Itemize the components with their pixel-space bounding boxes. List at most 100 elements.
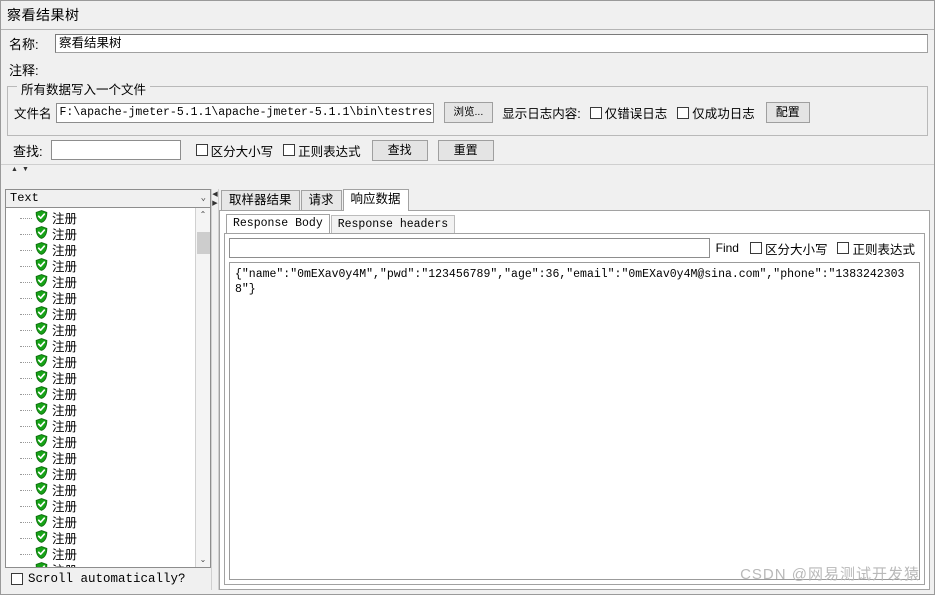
- checkbox-box-icon[interactable]: [283, 144, 296, 156]
- result-tab-0[interactable]: 取样器结果: [221, 190, 300, 211]
- tree-item[interactable]: 注册: [6, 209, 195, 226]
- tree-item[interactable]: 注册: [6, 497, 195, 514]
- renderer-select-value: Text: [10, 191, 39, 206]
- find-button[interactable]: 查找: [371, 139, 428, 161]
- tree-connector: [20, 473, 32, 475]
- configure-button[interactable]: 配置: [765, 102, 810, 123]
- group-legend: 所有数据写入一个文件: [17, 79, 151, 98]
- tree-item[interactable]: 注册: [6, 241, 195, 258]
- tree-item[interactable]: 注册: [6, 337, 195, 354]
- renderer-select[interactable]: Text ⌄: [5, 189, 211, 208]
- response-subtab-0[interactable]: Response Body: [226, 214, 330, 234]
- result-tab-2[interactable]: 响应数据: [342, 189, 409, 211]
- tree-item[interactable]: 注册: [6, 417, 195, 434]
- tree-connector: [20, 505, 32, 507]
- checkbox-box-icon[interactable]: [195, 144, 208, 156]
- reset-button[interactable]: 重置: [437, 139, 494, 161]
- tree-item[interactable]: 注册: [6, 273, 195, 290]
- tree-connector: [20, 425, 32, 427]
- response-find-input[interactable]: [229, 238, 710, 258]
- browse-button[interactable]: 浏览...: [443, 102, 494, 123]
- tree-item[interactable]: 注册: [6, 465, 195, 482]
- splitter-down-arrow-icon[interactable]: ▼: [22, 166, 29, 173]
- window-titlebar: 察看结果树: [1, 1, 934, 30]
- checkbox-box-icon[interactable]: [589, 106, 602, 119]
- tree-item[interactable]: 注册: [6, 353, 195, 370]
- response-subtabs[interactable]: Response Body Response headers: [224, 214, 925, 234]
- response-regex-label: 正则表达式: [852, 242, 915, 257]
- results-tree[interactable]: 注册 注册 注册 注册 注册 注册 注册 注册 注册 注册 注册 注册 注册 注…: [5, 207, 211, 568]
- tree-item[interactable]: 注册: [6, 433, 195, 450]
- checkbox-box-icon[interactable]: [677, 106, 690, 119]
- result-tab-1[interactable]: 请求: [300, 190, 342, 211]
- page-title: 察看结果树: [7, 7, 80, 23]
- splitter-up-arrow-icon[interactable]: ▲: [11, 166, 18, 173]
- tree-connector: [20, 393, 32, 395]
- tree-item[interactable]: 注册: [6, 257, 195, 274]
- tree-item[interactable]: 注册: [6, 561, 195, 567]
- checkbox-box-icon[interactable]: [749, 242, 762, 254]
- tree-connector: [20, 281, 32, 283]
- tree-item[interactable]: 注册: [6, 305, 195, 322]
- scroll-automatically-checkbox[interactable]: Scroll automatically?: [5, 567, 211, 590]
- result-tabs[interactable]: 取样器结果 请求 响应数据: [219, 189, 930, 211]
- name-input[interactable]: 察看结果树: [55, 33, 928, 53]
- result-detail-panel: 取样器结果 请求 响应数据 Response Body Response header…: [219, 189, 930, 590]
- tree-connector: [20, 217, 32, 219]
- tree-list[interactable]: 注册 注册 注册 注册 注册 注册 注册 注册 注册 注册 注册 注册 注册 注…: [6, 208, 195, 567]
- search-case-sensitive-label: 区分大小写: [210, 144, 274, 159]
- tree-connector: [20, 345, 32, 347]
- splitter-left-arrow-icon[interactable]: ◀: [212, 191, 217, 198]
- response-body-text[interactable]: {"name":"0mEXav0y4M","pwd":"123456789","…: [229, 262, 920, 580]
- tree-item[interactable]: 注册: [6, 529, 195, 546]
- search-regex-label: 正则表达式: [298, 144, 361, 159]
- search-input[interactable]: [50, 140, 181, 160]
- tree-item[interactable]: 注册: [6, 289, 195, 306]
- tree-item[interactable]: 注册: [6, 513, 195, 530]
- tree-item[interactable]: 注册: [6, 481, 195, 498]
- name-label: 名称:: [9, 36, 39, 52]
- scroll-down-arrow-icon[interactable]: ⌄: [195, 552, 210, 567]
- filename-label: 文件名: [14, 107, 52, 121]
- tree-connector: [20, 265, 32, 267]
- tree-item[interactable]: 注册: [6, 401, 195, 418]
- scroll-up-arrow-icon[interactable]: ⌃: [195, 207, 210, 222]
- tree-connector: [20, 361, 32, 363]
- tree-item[interactable]: 注册: [6, 385, 195, 402]
- success-only-checkbox[interactable]: 仅成功日志: [677, 103, 755, 122]
- tree-connector: [20, 489, 32, 491]
- response-case-sensitive-checkbox[interactable]: 区分大小写: [749, 239, 827, 258]
- tree-connector: [20, 249, 32, 251]
- green-shield-check-icon: [22, 561, 52, 567]
- comment-label: 注释:: [9, 62, 39, 78]
- tree-item[interactable]: 注册: [6, 225, 195, 242]
- checkbox-box-icon[interactable]: [11, 572, 23, 585]
- tree-connector: [20, 457, 32, 459]
- tree-item[interactable]: 注册: [6, 321, 195, 338]
- horizontal-splitter[interactable]: ▲ ▼: [1, 164, 934, 173]
- tree-connector: [20, 521, 32, 523]
- view-results-tree-window: 察看结果树 名称: 察看结果树 注释: 所有数据写入一个文件 文件名 F:\ap…: [0, 0, 935, 595]
- tree-item[interactable]: 注册: [6, 369, 195, 386]
- tree-vertical-scrollbar[interactable]: ⌃ ⌄: [195, 207, 211, 567]
- scrollbar-track[interactable]: [196, 222, 211, 553]
- errors-only-checkbox[interactable]: 仅错误日志: [589, 103, 668, 122]
- splitter-right-arrow-icon[interactable]: ▶: [212, 200, 217, 207]
- write-all-data-to-file-group: 所有数据写入一个文件 文件名 F:\apache-jmeter-5.1.1\ap…: [7, 79, 928, 136]
- vertical-splitter[interactable]: ◀ ▶: [211, 189, 219, 590]
- name-row: 名称: 察看结果树: [1, 30, 934, 56]
- tree-item[interactable]: 注册: [6, 545, 195, 562]
- checkbox-box-icon[interactable]: [837, 242, 850, 254]
- tree-item[interactable]: 注册: [6, 449, 195, 466]
- tree-connector: [20, 329, 32, 331]
- response-regex-checkbox[interactable]: 正则表达式: [837, 239, 915, 258]
- search-case-sensitive-checkbox[interactable]: 区分大小写: [195, 141, 274, 160]
- search-regex-checkbox[interactable]: 正则表达式: [283, 141, 361, 160]
- tree-connector: [20, 297, 32, 299]
- response-subtab-1[interactable]: Response headers: [330, 215, 456, 234]
- chevron-down-icon[interactable]: ⌄: [201, 193, 206, 203]
- scrollbar-thumb[interactable]: [196, 231, 210, 254]
- errors-only-label: 仅错误日志: [604, 107, 668, 121]
- comment-input[interactable]: [55, 60, 928, 79]
- filename-input[interactable]: F:\apache-jmeter-5.1.1\apache-jmeter-5.1…: [55, 102, 434, 123]
